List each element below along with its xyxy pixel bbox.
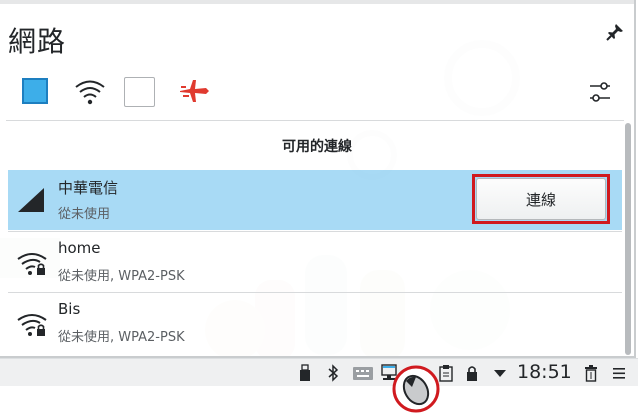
menu-icon[interactable]: [612, 364, 626, 382]
popup-top-edge: [0, 0, 634, 4]
connection-status: 從未使用, WPA2-PSK: [58, 269, 185, 284]
connection-item-bis[interactable]: Bis 從未使用, WPA2-PSK: [8, 293, 622, 353]
connection-name: home: [58, 239, 101, 257]
connection-item-home[interactable]: home 從未使用, WPA2-PSK: [8, 232, 622, 292]
mobile-broadband-toggle-box: [124, 77, 155, 107]
expand-tray-icon[interactable]: [493, 364, 507, 382]
connection-status: 從未使用, WPA2-PSK: [58, 330, 185, 345]
available-connections-heading: 可用的連線: [282, 139, 352, 155]
scrollbar-thumb[interactable]: [625, 123, 631, 355]
mouse-cursor-icon: [392, 365, 440, 413]
connections-scrollbar[interactable]: [625, 123, 631, 355]
popup-title: 網路: [8, 25, 67, 58]
wifi-secured-icon: [16, 246, 48, 278]
toolbar-separator: [6, 120, 624, 121]
connection-name: 中華電信: [58, 179, 119, 197]
mobile-broadband-toggle-icon[interactable]: [124, 76, 156, 108]
connection-status: 從未使用: [58, 207, 111, 222]
network-popup: 網路 可用的連線 中華電信 從未使用 home 從未使用, WPA2-PSK B…: [0, 0, 636, 358]
panel-clock[interactable]: 18:51: [517, 361, 572, 383]
trash-icon[interactable]: [584, 364, 598, 382]
screen-bottom-area: [0, 386, 638, 415]
clipboard-icon[interactable]: [438, 364, 454, 382]
wired-toggle-icon[interactable]: [20, 76, 52, 108]
cellular-signal-icon: [16, 184, 48, 216]
wifi-toggle-icon[interactable]: [74, 76, 106, 108]
usb-icon[interactable]: [298, 364, 312, 382]
keyboard-icon[interactable]: [352, 364, 374, 382]
configure-network-icon[interactable]: [584, 76, 616, 108]
connect-button[interactable]: 連線: [476, 178, 606, 220]
wifi-secured-icon: [16, 307, 48, 339]
wired-toggle-box: [22, 78, 48, 104]
lock-icon[interactable]: [465, 364, 479, 382]
bluetooth-icon[interactable]: [326, 364, 340, 382]
airplane-mode-icon[interactable]: [178, 76, 210, 108]
pin-icon[interactable]: [605, 22, 625, 42]
connection-name: Bis: [58, 300, 81, 318]
